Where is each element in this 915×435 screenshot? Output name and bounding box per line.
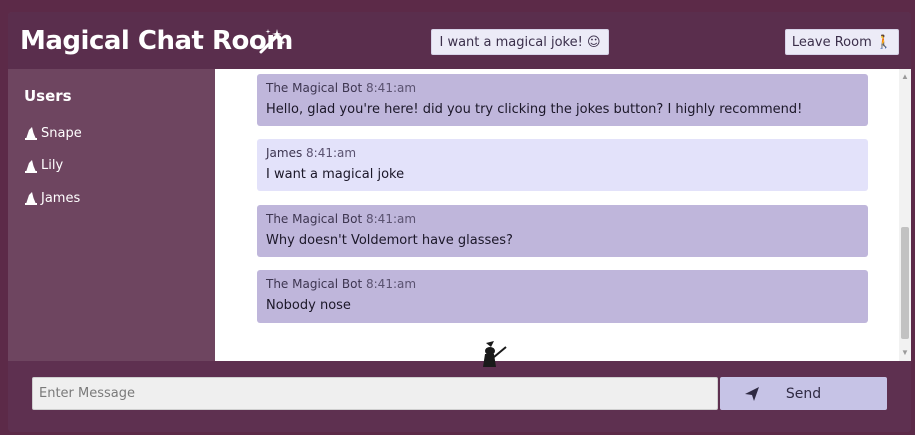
message-time: 8:41:am xyxy=(366,277,417,291)
send-label: Send xyxy=(785,385,822,402)
scroll-down-arrow-icon[interactable]: ▼ xyxy=(901,349,909,357)
chat-message: The Magical Bot 8:41:am Hello, glad you'… xyxy=(257,74,868,126)
chat-scrollbar[interactable]: ▲ ▼ xyxy=(899,69,911,361)
wizard-hat-icon xyxy=(25,127,37,140)
message-meta: The Magical Bot 8:41:am xyxy=(266,277,416,291)
user-name: Snape xyxy=(41,125,82,141)
app-header: Magical Chat Room I want a magical joke!… xyxy=(8,12,911,69)
message-meta: James 8:41:am xyxy=(266,146,356,160)
scroll-thumb[interactable] xyxy=(901,227,909,339)
wizard-hat-icon xyxy=(25,192,37,205)
message-text: Nobody nose xyxy=(266,298,351,313)
message-sender: The Magical Bot xyxy=(266,212,363,226)
chat-message: James 8:41:am I want a magical joke xyxy=(257,139,868,191)
message-text: I want a magical joke xyxy=(266,167,405,182)
user-name: Lily xyxy=(41,158,64,173)
user-item: Snape xyxy=(24,125,82,141)
chat-message: The Magical Bot 8:41:am Why doesn't Vold… xyxy=(257,205,868,257)
app-title: Magical Chat Room xyxy=(20,26,293,56)
message-text: Hello, glad you're here! did you try cli… xyxy=(266,102,803,117)
message-time: 8:41:am xyxy=(306,146,357,160)
chat-message: The Magical Bot 8:41:am Nobody nose xyxy=(257,270,868,323)
user-list: Snape Lily James xyxy=(24,125,82,223)
message-input[interactable] xyxy=(32,377,718,410)
message-text: Why doesn't Voldemort have glasses? xyxy=(266,233,513,248)
leave-room-button[interactable]: Leave Room 🚶 xyxy=(785,29,899,55)
send-paper-plane-icon xyxy=(745,387,759,401)
user-name: James xyxy=(41,190,81,206)
chat-app-window: Magical Chat Room I want a magical joke!… xyxy=(8,12,911,432)
wizard-hat-icon xyxy=(25,159,37,173)
chat-messages-panel[interactable]: The Magical Bot 8:41:am Hello, glad you'… xyxy=(215,69,911,361)
message-time: 8:41:am xyxy=(366,81,417,95)
user-item: Lily xyxy=(24,158,82,174)
message-sender: The Magical Bot xyxy=(266,81,363,95)
users-sidebar: Users Snape Lily James xyxy=(8,69,215,361)
message-sender: The Magical Bot xyxy=(266,277,363,291)
scroll-up-arrow-icon[interactable]: ▲ xyxy=(901,73,909,81)
message-meta: The Magical Bot 8:41:am xyxy=(266,81,416,95)
send-button[interactable]: Send xyxy=(720,377,887,410)
wizard-cursor-icon xyxy=(483,341,507,367)
message-composer: Send xyxy=(8,341,911,432)
user-item: James xyxy=(24,190,82,206)
magical-joke-button[interactable]: I want a magical joke! ☺ xyxy=(431,29,609,55)
message-time: 8:41:am xyxy=(366,212,417,226)
magic-wand-icon xyxy=(259,29,286,54)
message-sender: James xyxy=(266,146,303,160)
users-heading: Users xyxy=(24,87,72,105)
message-meta: The Magical Bot 8:41:am xyxy=(266,212,416,226)
